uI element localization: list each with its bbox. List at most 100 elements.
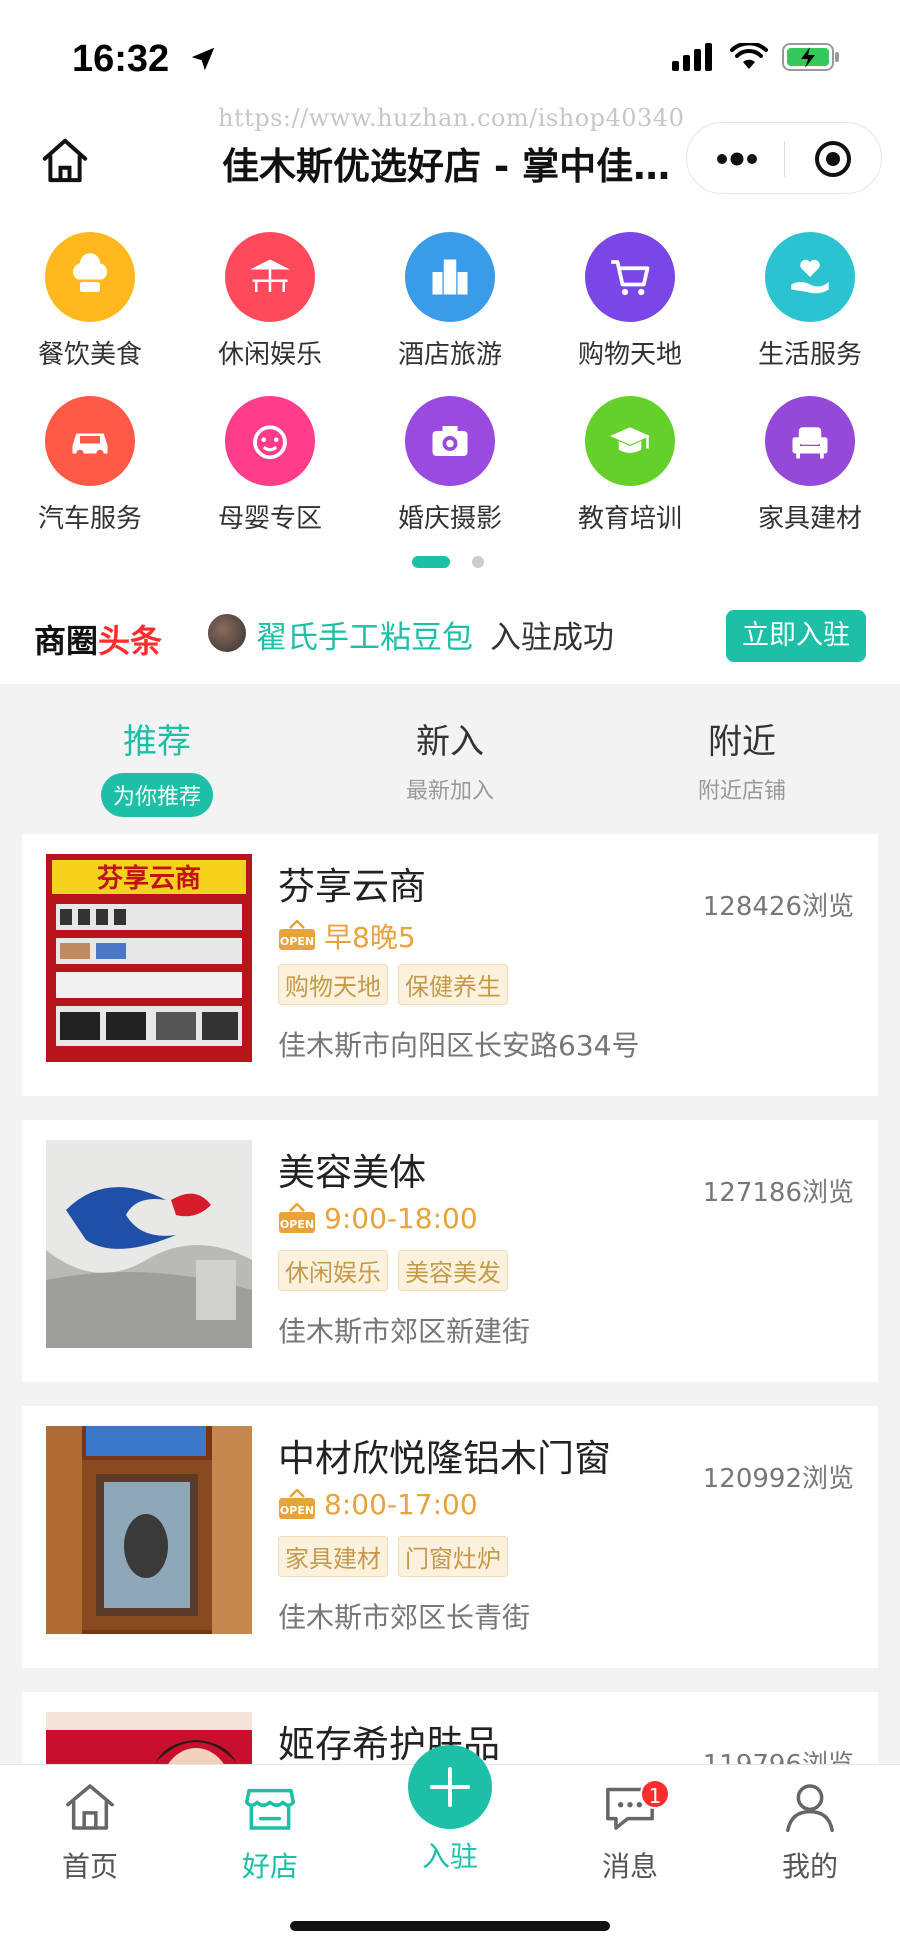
headline-suffix: 入驻成功 <box>490 620 614 656</box>
shop-tag[interactable]: 门窗灶炉 <box>398 1536 508 1577</box>
hotel-building-icon <box>405 232 495 322</box>
shop-card[interactable]: 美容美体 127186浏览 OPEN 9:00-18:00 休闲娱乐 美容美发 … <box>22 1120 878 1382</box>
shop-views: 128426浏览 <box>702 892 854 922</box>
shop-tag[interactable]: 保健养生 <box>398 964 508 1005</box>
bottom-tab-bar: 首页 好店 入驻 1 消息 我的 <box>0 1745 900 1948</box>
category-label: 购物天地 <box>577 340 682 370</box>
chef-hat-icon <box>45 232 135 322</box>
shop-card[interactable]: 中材欣悦隆铝木门窗 120992浏览 OPEN 8:00-17:00 家具建材 … <box>22 1406 878 1668</box>
category-label: 生活服务 <box>757 340 862 370</box>
umbrella-table-icon <box>225 232 315 322</box>
category-label: 家具建材 <box>757 504 862 534</box>
tabbar-shops[interactable]: 好店 <box>210 1779 330 1885</box>
tab-new[interactable]: 新入 最新加入 <box>320 714 580 805</box>
open-sign-icon: OPEN <box>279 1488 315 1519</box>
category-car[interactable]: 汽车服务 <box>0 396 180 535</box>
signal-icon <box>672 43 712 71</box>
add-join-button[interactable] <box>408 1745 492 1829</box>
shop-hours: OPEN 早8晚5 <box>278 916 416 956</box>
shop-thumbnail <box>46 1140 252 1348</box>
headline-title: 商圈头条 <box>34 622 163 660</box>
user-icon <box>786 1784 834 1833</box>
shop-hours-text: 9:00-18:00 <box>324 1202 478 1235</box>
category-label: 教育培训 <box>577 504 682 534</box>
list-tabs: 推荐 为你推荐 新入 最新加入 附近 附近店铺 <box>0 684 900 834</box>
capsule-divider <box>784 141 785 177</box>
shop-thumbnail: 芬享云商 <box>46 854 252 1062</box>
tab-recommend[interactable]: 推荐 为你推荐 <box>27 714 287 817</box>
tabbar-home[interactable]: 首页 <box>30 1779 150 1885</box>
category-leisure[interactable]: 休闲娱乐 <box>180 232 360 371</box>
home-icon <box>66 1784 114 1830</box>
category-label: 婚庆摄影 <box>397 504 502 534</box>
camera-icon <box>405 396 495 486</box>
open-sign-icon: OPEN <box>279 920 315 950</box>
indicator-dot[interactable] <box>472 556 484 568</box>
shop-thumbnail <box>46 1426 252 1634</box>
join-now-button[interactable]: 立即入驻 <box>726 610 866 662</box>
more-icon[interactable] <box>715 145 759 173</box>
headline-shop-name[interactable]: 翟氏手工粘豆包 <box>256 612 473 657</box>
category-food[interactable]: 餐饮美食 <box>0 232 180 371</box>
category-label: 汽车服务 <box>37 504 142 534</box>
category-furniture[interactable]: 家具建材 <box>720 396 900 535</box>
svg-text:OPEN: OPEN <box>280 935 314 948</box>
nav-bar: 佳木斯优选好店 - 掌中佳木斯 <box>0 122 900 206</box>
shop-hours-text: 8:00-17:00 <box>324 1488 478 1521</box>
battery-charging-icon <box>782 43 839 71</box>
shop-list-area: 推荐 为你推荐 新入 最新加入 附近 附近店铺 芬享云商 芬享云商 128426… <box>0 684 900 1764</box>
shop-card[interactable]: 芬享云商 芬享云商 128426浏览 OPEN 早8晚5 购物天地 保健养生 佳… <box>22 834 878 1096</box>
close-target-icon[interactable] <box>813 139 853 179</box>
shop-views: 120992浏览 <box>702 1464 854 1494</box>
tabbar-label: 入驻 <box>421 1840 478 1873</box>
shop-tags: 购物天地 保健养生 <box>278 964 508 1005</box>
shop-thumbnail <box>46 1712 252 1764</box>
shop-tag[interactable]: 购物天地 <box>278 964 388 1005</box>
carousel-indicator <box>0 556 900 570</box>
car-icon <box>45 396 135 486</box>
category-wedding[interactable]: 婚庆摄影 <box>360 396 540 535</box>
shop-address: 佳木斯市向阳区长安路634号 <box>278 1029 640 1062</box>
category-shopping[interactable]: 购物天地 <box>540 232 720 371</box>
tabbar-label: 好店 <box>241 1850 298 1883</box>
tabbar-mine[interactable]: 我的 <box>750 1779 870 1885</box>
shop-tags: 家具建材 门窗灶炉 <box>278 1536 508 1577</box>
shop-name: 芬享云商 <box>278 865 426 908</box>
indicator-active <box>412 556 450 568</box>
location-arrow-icon <box>191 47 215 71</box>
wifi-icon <box>730 43 768 69</box>
category-grid: 餐饮美食 休闲娱乐 酒店旅游 购物天地 生活服务 汽车服务 母婴专区 婚庆摄影 … <box>0 228 900 548</box>
tabbar-label: 消息 <box>601 1850 658 1883</box>
category-education[interactable]: 教育培训 <box>540 396 720 535</box>
category-baby[interactable]: 母婴专区 <box>180 396 360 535</box>
svg-text:OPEN: OPEN <box>280 1504 314 1517</box>
shopping-cart-icon <box>585 232 675 322</box>
category-life[interactable]: 生活服务 <box>720 232 900 371</box>
home-icon[interactable] <box>38 134 92 188</box>
status-time: 16:32 <box>72 38 170 80</box>
category-label: 休闲娱乐 <box>217 340 322 370</box>
armchair-icon <box>765 396 855 486</box>
shop-tag[interactable]: 美容美发 <box>398 1250 508 1291</box>
avatar <box>206 612 248 654</box>
shop-tag[interactable]: 家具建材 <box>278 1536 388 1577</box>
shop-address: 佳木斯市郊区长青街 <box>278 1601 531 1634</box>
category-hotel[interactable]: 酒店旅游 <box>360 232 540 371</box>
shop-tags: 休闲娱乐 美容美发 <box>278 1250 508 1291</box>
page-title: 佳木斯优选好店 - 掌中佳木斯 <box>222 145 680 188</box>
shop-hours: OPEN 9:00-18:00 <box>278 1202 478 1235</box>
plus-icon <box>430 1767 470 1807</box>
shop-address: 佳木斯市郊区新建街 <box>278 1315 531 1348</box>
tab-label: 新入 <box>416 722 484 762</box>
miniprogram-capsule <box>686 122 882 194</box>
store-icon <box>244 1788 296 1830</box>
tabbar-label: 我的 <box>781 1850 838 1883</box>
baby-face-icon <box>225 396 315 486</box>
shop-tag[interactable]: 休闲娱乐 <box>278 1250 388 1291</box>
shop-views: 119796浏览 <box>703 1744 854 1764</box>
thumb-banner-text: 芬享云商 <box>97 863 201 894</box>
headline-bar: 商圈头条 翟氏手工粘豆包 入驻成功 立即入驻 <box>0 600 900 684</box>
graduation-cap-icon <box>585 396 675 486</box>
tab-nearby[interactable]: 附近 附近店铺 <box>612 714 872 805</box>
tabbar-messages[interactable]: 1 消息 <box>570 1779 690 1885</box>
